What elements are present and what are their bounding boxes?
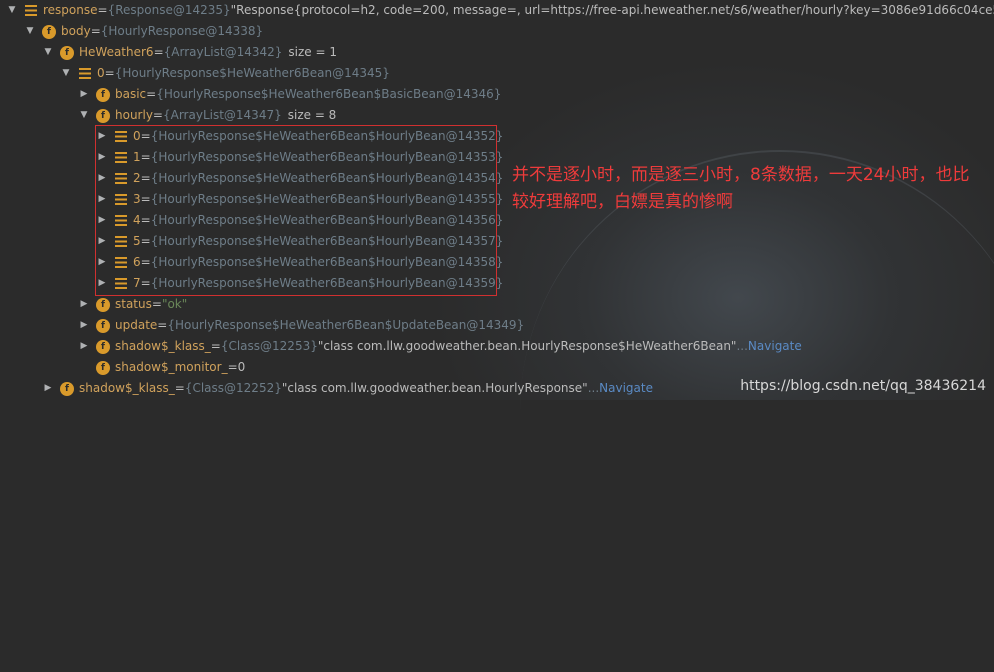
tree-row-hourly[interactable]: ▼ f hourly = {ArrayList@14347} size = 8: [78, 105, 336, 126]
value-text: "class com.llw.goodweather.bean.HourlyRe…: [281, 381, 588, 395]
value-text: 0: [237, 360, 246, 374]
field-icon: f: [96, 318, 110, 333]
expanded-arrow-icon[interactable]: ▼: [42, 42, 54, 63]
type-label: {ArrayList@14347}: [162, 108, 282, 122]
field-name: 0: [97, 66, 105, 80]
field-icon: f: [60, 381, 74, 396]
field-name: shadow$_monitor_: [115, 360, 228, 374]
value-text: "Response{protocol=h2, code=200, message…: [230, 3, 994, 17]
type-label: {HourlyResponse$HeWeather6Bean$UpdateBea…: [167, 318, 525, 332]
equals-sign: =: [227, 360, 238, 374]
expanded-arrow-icon[interactable]: ▼: [78, 105, 90, 126]
tree-row-item-0[interactable]: ▼ 0 = {HourlyResponse$HeWeather6Bean@143…: [60, 63, 390, 84]
equals-sign: =: [97, 3, 108, 17]
field-name: response: [43, 3, 98, 17]
equals-sign: =: [151, 297, 162, 311]
size-label: size = 1: [288, 45, 337, 59]
field-name: status: [115, 297, 152, 311]
tree-row-update[interactable]: ▶ f update = {HourlyResponse$HeWeather6B…: [78, 315, 524, 336]
collapsed-arrow-icon[interactable]: ▶: [78, 84, 90, 105]
tree-row-basic[interactable]: ▶ f basic = {HourlyResponse$HeWeather6Be…: [78, 84, 501, 105]
equals-sign: =: [153, 45, 164, 59]
tree-row-body[interactable]: ▼ f body = {HourlyResponse@14338}: [24, 21, 263, 42]
tree-row-heweather6[interactable]: ▼ f HeWeather6 = {ArrayList@14342} size …: [42, 42, 337, 63]
field-icon: f: [42, 24, 56, 39]
field-icon: f: [96, 360, 110, 375]
string-value: "ok": [161, 297, 188, 311]
collapsed-arrow-icon[interactable]: ▶: [42, 378, 54, 399]
list-icon: [79, 68, 91, 79]
annotation-text: 并不是逐小时，而是逐三小时，8条数据，一天24小时，也比较好理解吧，白嫖是真的惨…: [512, 165, 970, 212]
field-name: update: [115, 318, 158, 332]
equals-sign: =: [104, 66, 115, 80]
collapsed-arrow-icon[interactable]: ▶: [78, 294, 90, 315]
field-icon: f: [60, 45, 74, 60]
field-name: basic: [115, 87, 147, 101]
equals-sign: =: [146, 87, 157, 101]
tree-row-response[interactable]: ▼ response = {Response@14235} "Response{…: [6, 0, 994, 21]
ellipsis: ...: [736, 339, 748, 353]
field-icon: f: [96, 339, 110, 354]
type-label: {ArrayList@14342}: [163, 45, 283, 59]
type-label: {Class@12253}: [220, 339, 318, 353]
ellipsis: ...: [587, 381, 600, 395]
type-label: {HourlyResponse$HeWeather6Bean@14345}: [114, 66, 390, 80]
collapsed-arrow-icon[interactable]: ▶: [78, 315, 90, 336]
tree-row-shadow-klass[interactable]: ▶ f shadow$_klass_ = {Class@12253} "clas…: [78, 336, 802, 357]
expanded-arrow-icon[interactable]: ▼: [6, 0, 18, 21]
type-label: {HourlyResponse$HeWeather6Bean$BasicBean…: [156, 87, 502, 101]
field-icon: f: [96, 87, 110, 102]
navigate-link[interactable]: Navigate: [748, 336, 802, 357]
highlight-box: [95, 125, 497, 296]
field-name: body: [61, 24, 91, 38]
equals-sign: =: [157, 318, 168, 332]
navigate-link[interactable]: Navigate: [599, 378, 653, 399]
field-name: HeWeather6: [79, 45, 154, 59]
field-name: shadow$_klass_: [79, 381, 175, 395]
expanded-arrow-icon[interactable]: ▼: [24, 21, 36, 42]
equals-sign: =: [174, 381, 185, 395]
field-name: shadow$_klass_: [115, 339, 211, 353]
value-text: "class com.llw.goodweather.bean.HourlyRe…: [317, 339, 737, 353]
list-icon: [25, 5, 37, 16]
tree-row-status[interactable]: ▶ f status = "ok": [78, 294, 187, 315]
field-name: hourly: [115, 108, 153, 122]
equals-sign: =: [210, 339, 221, 353]
collapsed-arrow-icon[interactable]: ▶: [78, 336, 90, 357]
tree-row-shadow-monitor[interactable]: f shadow$_monitor_ = 0: [90, 357, 245, 378]
field-icon: f: [96, 108, 110, 123]
size-label: size = 8: [287, 108, 337, 122]
equals-sign: =: [90, 24, 101, 38]
type-label: {Response@14235}: [107, 3, 231, 17]
type-label: {HourlyResponse@14338}: [100, 24, 264, 38]
type-label: {Class@12252}: [184, 381, 282, 395]
background-arc: [520, 150, 994, 672]
field-icon: f: [96, 297, 110, 312]
expanded-arrow-icon[interactable]: ▼: [60, 63, 72, 84]
tree-row-shadow-klass[interactable]: ▶ f shadow$_klass_ = {Class@12252} "clas…: [42, 378, 653, 399]
watermark: https://blog.csdn.net/qq_38436214: [740, 378, 986, 394]
equals-sign: =: [152, 108, 163, 122]
